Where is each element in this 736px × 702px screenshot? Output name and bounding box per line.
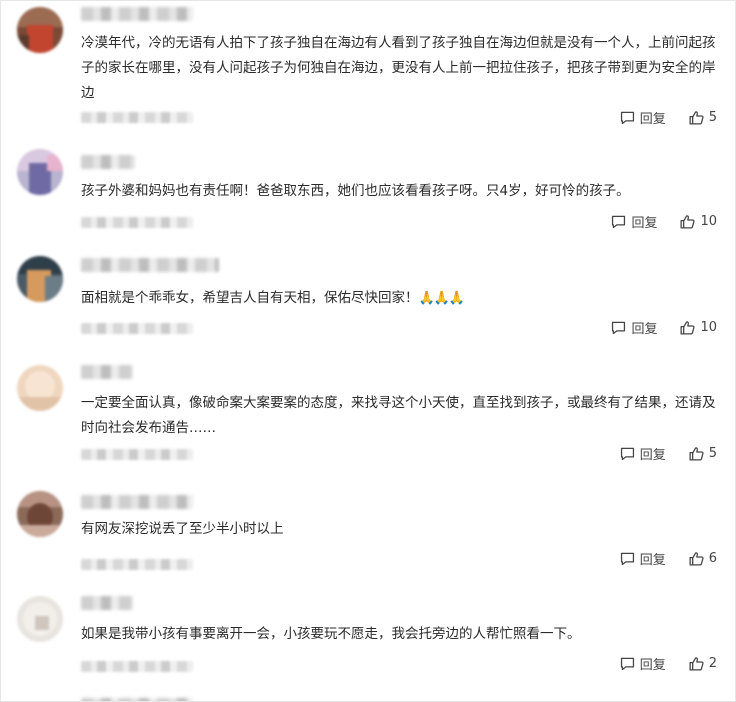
avatar[interactable] xyxy=(17,365,63,411)
comment-list: 冷漠年代，冷的无语有人拍下了孩子独自在海边有人看到了孩子独自在海边但就是没有一个… xyxy=(0,0,736,702)
like-button[interactable]: 10 xyxy=(679,319,717,336)
comment-text: 冷漠年代，冷的无语有人拍下了孩子独自在海边有人看到了孩子独自在海边但就是没有一个… xyxy=(81,35,716,101)
like-button[interactable]: 2 xyxy=(688,655,717,672)
thumbs-up-icon xyxy=(689,446,704,461)
reply-label: 回复 xyxy=(631,321,658,337)
like-count: 5 xyxy=(708,109,717,125)
comment-bubble-icon xyxy=(620,111,634,124)
reply-label: 回复 xyxy=(639,657,666,673)
timestamp-blurred xyxy=(81,559,193,570)
reply-button[interactable]: 回复 xyxy=(610,318,657,337)
like-count: 10 xyxy=(700,319,717,335)
comment-item: 一定要全面认真，像破命案大案要案的态度，来找寻这个小天使，直至找到孩子，或最终有… xyxy=(1,351,735,481)
timestamp-blurred xyxy=(81,112,193,123)
comment-actions: 回复 2 xyxy=(619,653,717,673)
like-count: 2 xyxy=(708,655,717,671)
avatar[interactable] xyxy=(17,596,63,642)
thumbs-up-icon xyxy=(689,110,704,125)
comment-item: 孩子外婆和妈妈也有责任啊！爸爸取东西，她们也应该看看孩子呀。只4岁，好可怜的孩子… xyxy=(1,141,735,246)
comment-item: 有网友深挖说丢了至少半小时以上 回复 6 xyxy=(1,481,735,586)
username-blurred[interactable] xyxy=(81,365,133,379)
like-button[interactable]: 5 xyxy=(688,445,717,462)
comment-actions: 回复 10 xyxy=(610,211,717,231)
comment-actions: 回复 5 xyxy=(619,443,717,463)
avatar[interactable] xyxy=(17,491,63,537)
reply-label: 回复 xyxy=(631,215,658,231)
username-blurred[interactable] xyxy=(81,596,133,610)
reply-button[interactable]: 回复 xyxy=(619,444,666,463)
avatar[interactable] xyxy=(17,7,63,53)
comment-bubble-icon xyxy=(612,215,626,228)
comment-text: 一定要全面认真，像破命案大案要案的态度，来找寻这个小天使，直至找到孩子，或最终有… xyxy=(81,395,716,436)
next-comment-blurred xyxy=(81,698,193,701)
comment-item: 面相就是个乖乖女，希望吉人自有天相，保佑尽快回家！🙏🙏🙏 回复 10 xyxy=(1,246,735,351)
comment-text: 孩子外婆和妈妈也有责任啊！爸爸取东西，她们也应该看看孩子呀。只4岁，好可怜的孩子… xyxy=(81,183,630,199)
timestamp-blurred xyxy=(81,323,193,334)
comment-text: 有网友深挖说丢了至少半小时以上 xyxy=(81,521,284,537)
comment-bubble-icon xyxy=(620,552,634,565)
reply-button[interactable]: 回复 xyxy=(610,212,657,231)
reply-button[interactable]: 回复 xyxy=(619,108,666,127)
comment-item: 冷漠年代，冷的无语有人拍下了孩子独自在海边有人看到了孩子独自在海边但就是没有一个… xyxy=(1,1,735,141)
reply-label: 回复 xyxy=(639,552,666,568)
like-count: 10 xyxy=(700,213,717,229)
thumbs-up-icon xyxy=(689,656,704,671)
reply-button[interactable]: 回复 xyxy=(619,654,666,673)
timestamp-blurred xyxy=(81,217,193,228)
comment-bubble-icon xyxy=(620,447,634,460)
reply-label: 回复 xyxy=(639,447,666,463)
comment-item: 如果是我带小孩有事要离开一会，小孩要玩不愿走，我会托旁边的人帮忙照看一下。 回复… xyxy=(1,586,735,696)
username-blurred[interactable] xyxy=(81,258,219,272)
reply-button[interactable]: 回复 xyxy=(619,549,666,568)
username-blurred[interactable] xyxy=(81,7,193,21)
comment-actions: 回复 6 xyxy=(619,548,717,568)
like-button[interactable]: 6 xyxy=(688,550,717,567)
like-count: 5 xyxy=(708,445,717,461)
like-count: 6 xyxy=(708,550,717,566)
timestamp-blurred xyxy=(81,661,193,672)
username-blurred[interactable] xyxy=(81,155,135,169)
reply-label: 回复 xyxy=(639,111,666,127)
comment-bubble-icon xyxy=(612,321,626,334)
comment-actions: 回复 10 xyxy=(610,317,717,337)
thumbs-up-icon xyxy=(689,551,704,566)
username-blurred[interactable] xyxy=(81,495,193,509)
comment-text-body: 面相就是个乖乖女，希望吉人自有天相，保佑尽快回家！ xyxy=(81,290,419,306)
thumbs-up-icon xyxy=(680,214,696,229)
comment-text: 面相就是个乖乖女，希望吉人自有天相，保佑尽快回家！🙏🙏🙏 xyxy=(81,286,721,311)
timestamp-blurred xyxy=(81,449,193,460)
like-button[interactable]: 5 xyxy=(688,109,717,126)
avatar[interactable] xyxy=(17,149,63,195)
avatar[interactable] xyxy=(17,256,63,302)
like-button[interactable]: 10 xyxy=(679,213,717,230)
comment-actions: 回复 5 xyxy=(619,107,717,127)
praying-hands-emoji: 🙏🙏🙏 xyxy=(418,291,466,306)
comment-text: 如果是我带小孩有事要离开一会，小孩要玩不愿走，我会托旁边的人帮忙照看一下。 xyxy=(81,626,581,642)
comment-bubble-icon xyxy=(620,657,634,670)
thumbs-up-icon xyxy=(680,320,696,335)
